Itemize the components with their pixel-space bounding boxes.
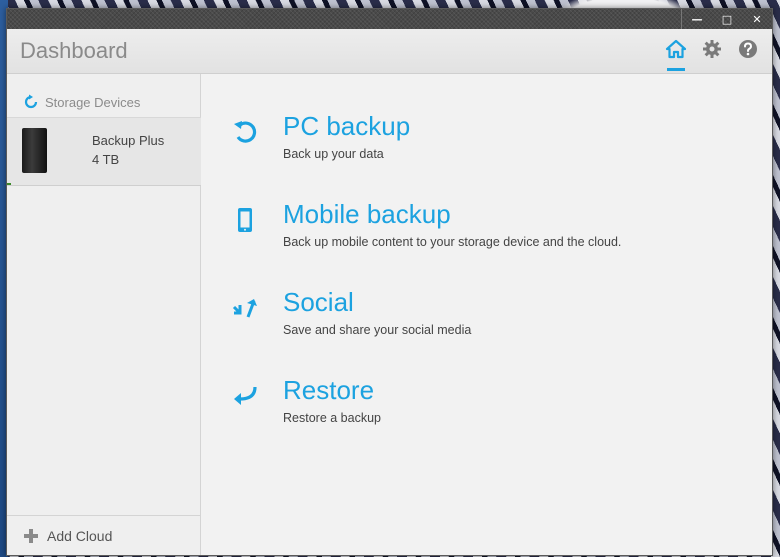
device-item[interactable]: Backup Plus 4 TB — [7, 117, 201, 186]
device-capacity: 4 TB — [92, 152, 120, 167]
pc-backup-icon — [234, 121, 257, 143]
restore-action[interactable]: Restore Restore a backup — [202, 373, 762, 443]
action-title: Social — [283, 287, 354, 317]
window-controls: — □ ✕ — [681, 9, 772, 29]
social-action[interactable]: Social Save and share your social media — [202, 285, 762, 355]
refresh-icon[interactable] — [23, 94, 39, 110]
device-name: Backup Plus — [92, 133, 165, 148]
title-bar[interactable]: — □ ✕ — [7, 9, 772, 29]
restore-icon — [234, 386, 257, 405]
action-subtitle: Restore a backup — [283, 411, 381, 425]
home-icon[interactable] — [664, 37, 688, 71]
hard-drive-icon — [22, 128, 47, 173]
maximize-button[interactable]: □ — [712, 9, 742, 29]
action-title: Mobile backup — [283, 199, 451, 229]
add-cloud-button[interactable]: Add Cloud — [7, 515, 201, 555]
device-usage-indicator — [7, 183, 11, 185]
header: Dashboard — [7, 29, 772, 74]
main-panel: PC backup Back up your data Mobile backu… — [202, 74, 772, 555]
app-window: — □ ✕ Dashboard Storage Devices Backup P… — [6, 8, 773, 556]
close-button[interactable]: ✕ — [742, 9, 772, 29]
add-cloud-label: Add Cloud — [47, 527, 113, 544]
plus-icon — [24, 528, 38, 543]
gear-icon[interactable] — [700, 37, 724, 61]
action-subtitle: Back up your data — [283, 147, 384, 161]
social-icon — [232, 299, 257, 318]
header-icons — [664, 37, 760, 71]
action-title: Restore — [283, 375, 375, 405]
sidebar: Storage Devices Backup Plus 4 TB Add Clo… — [7, 74, 201, 555]
mobile-backup-action[interactable]: Mobile backup Back up mobile content to … — [202, 197, 762, 267]
minimize-button[interactable]: — — [682, 9, 712, 29]
mobile-icon — [238, 208, 252, 232]
storage-devices-label: Storage Devices — [45, 94, 141, 110]
pc-backup-action[interactable]: PC backup Back up your data — [202, 109, 762, 179]
action-title: PC backup — [283, 111, 411, 141]
page-title: Dashboard — [20, 38, 128, 63]
help-icon[interactable] — [736, 37, 760, 61]
storage-devices-header[interactable]: Storage Devices — [7, 74, 200, 117]
action-subtitle: Save and share your social media — [283, 323, 472, 337]
action-subtitle: Back up mobile content to your storage d… — [283, 235, 622, 249]
